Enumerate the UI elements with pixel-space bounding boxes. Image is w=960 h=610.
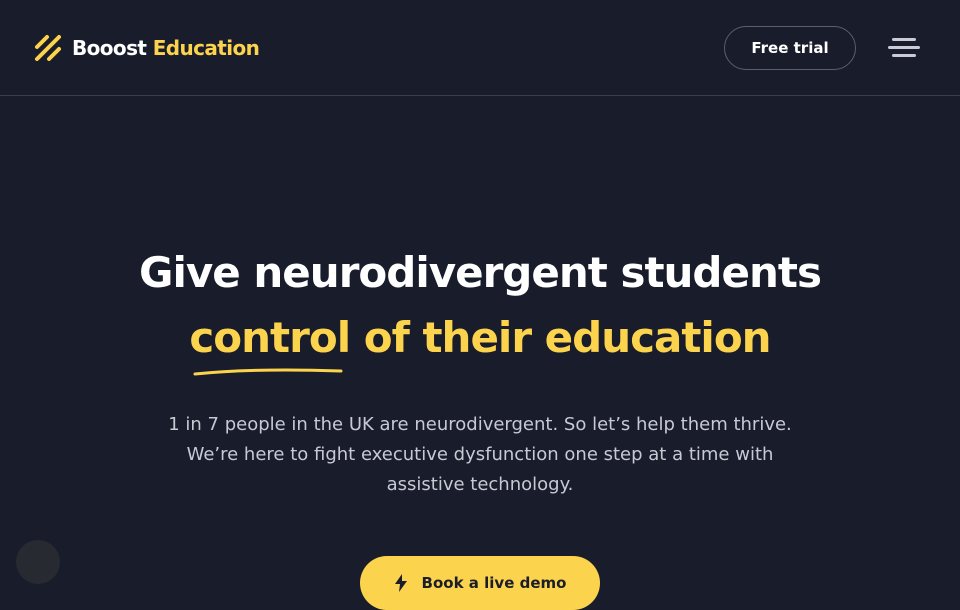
menu-line xyxy=(892,38,916,41)
book-demo-label: Book a live demo xyxy=(421,574,567,592)
logo[interactable]: Booost Education xyxy=(34,34,260,62)
menu-line xyxy=(892,54,916,57)
hero-subtitle: 1 in 7 people in the UK are neurodiverge… xyxy=(140,410,820,500)
highlight-underline xyxy=(193,368,343,376)
hero-title-highlight: control of their education xyxy=(189,313,771,362)
hero-title: Give neurodivergent students xyxy=(139,248,822,297)
free-trial-button[interactable]: Free trial xyxy=(724,26,856,70)
logo-word-booost: Booost xyxy=(72,36,147,60)
logo-word-education: Education xyxy=(152,36,260,60)
hero-subtitle-line: 1 in 7 people in the UK are neurodiverge… xyxy=(168,414,792,435)
chat-widget-button[interactable] xyxy=(16,540,60,584)
hamburger-menu-icon[interactable] xyxy=(886,36,922,60)
logo-text: Booost Education xyxy=(72,36,260,60)
book-demo-button[interactable]: Book a live demo xyxy=(360,556,600,610)
lightning-icon xyxy=(394,574,407,592)
logo-slashes-icon xyxy=(35,35,61,61)
hero-subtitle-line: We’re here to fight executive dysfunctio… xyxy=(186,444,774,465)
hero-subtitle-line: assistive technology. xyxy=(386,474,574,495)
menu-line xyxy=(888,46,920,49)
site-header: Booost Education Free trial xyxy=(0,0,960,96)
